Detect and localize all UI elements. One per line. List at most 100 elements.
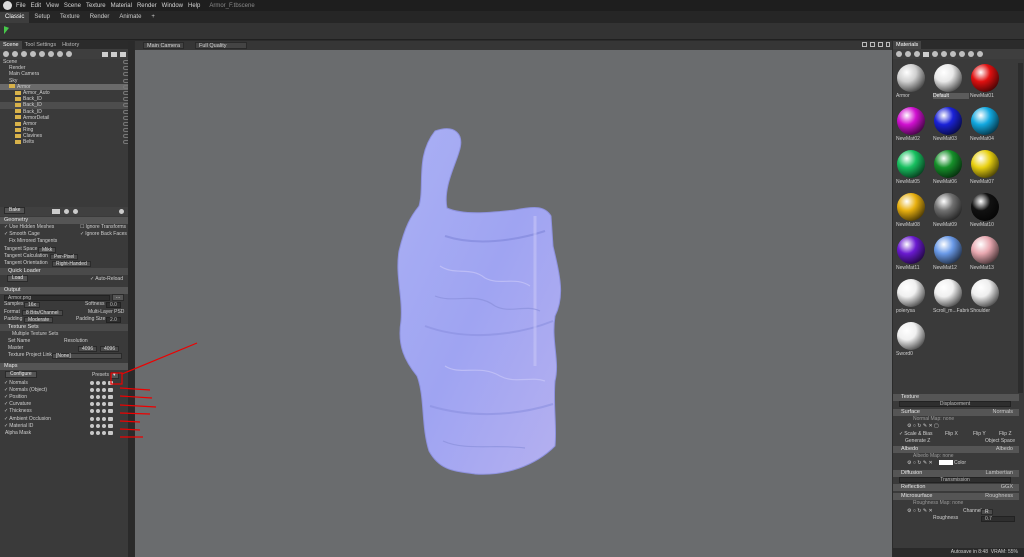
search-icon[interactable] xyxy=(102,402,106,407)
browse-button[interactable]: ... xyxy=(112,294,125,302)
material-swatch[interactable]: NewMat08 xyxy=(896,192,926,232)
help-icon[interactable] xyxy=(119,209,124,214)
search-icon[interactable] xyxy=(102,423,106,428)
albedo-color-swatch[interactable] xyxy=(938,460,953,466)
tab-materials[interactable]: Materials xyxy=(893,41,922,49)
fog-icon[interactable] xyxy=(66,51,72,57)
albedo-type-select[interactable]: Albedo xyxy=(996,446,1013,453)
scale-bias-checkbox[interactable]: Scale & Bias xyxy=(904,431,932,437)
menu-view[interactable]: View xyxy=(46,3,59,9)
filter-icon[interactable] xyxy=(977,51,983,57)
folder-icon[interactable] xyxy=(102,51,108,57)
camera-icon[interactable] xyxy=(21,51,27,57)
menu-help[interactable]: Help xyxy=(188,3,200,9)
surface-type-select[interactable]: Normals xyxy=(993,409,1013,416)
map-item[interactable]: ✓Normals (Object) xyxy=(0,387,128,394)
viewport-maximize-icon[interactable] xyxy=(878,42,883,47)
quick-loader-header[interactable]: Quick Loader xyxy=(0,268,128,276)
material-swatch[interactable]: NewMat05 xyxy=(896,149,926,189)
albedo-header[interactable]: Albedo xyxy=(901,446,918,452)
camera-icon[interactable] xyxy=(52,209,60,214)
viewport-settings-icon[interactable] xyxy=(862,42,867,47)
channel-select[interactable]: R xyxy=(981,508,993,515)
menu-texture[interactable]: Texture xyxy=(86,3,106,9)
camera-icon[interactable] xyxy=(108,387,113,392)
tab-classic[interactable]: Classic xyxy=(0,12,30,23)
output-path-field[interactable]: Armor.png xyxy=(4,294,110,301)
roughness-field[interactable]: 0.7 xyxy=(981,516,1015,522)
camera-select[interactable]: Main Camera xyxy=(143,42,185,49)
duplicate-icon[interactable] xyxy=(111,51,117,57)
search-icon[interactable] xyxy=(102,387,106,392)
normal-map-value[interactable]: none xyxy=(943,416,954,422)
material-swatch[interactable]: NewMat13 xyxy=(970,235,1000,275)
shader-icon[interactable] xyxy=(932,51,938,57)
smooth-cage-checkbox[interactable]: Smooth Cage xyxy=(9,231,40,237)
audio-icon[interactable] xyxy=(57,51,63,57)
armor-model-normal-map[interactable] xyxy=(385,126,585,481)
edit-icon[interactable] xyxy=(96,387,100,392)
edit-icon[interactable] xyxy=(96,402,100,407)
new-object-icon[interactable] xyxy=(3,51,9,57)
ignore-transforms-checkbox[interactable]: Ignore Transforms xyxy=(85,224,126,230)
material-swatch[interactable]: NewMat03 xyxy=(933,106,963,146)
assign-material-icon[interactable] xyxy=(950,51,956,57)
object-space-checkbox[interactable]: Object Space xyxy=(985,438,1015,446)
texture-sets-header[interactable]: Texture Sets xyxy=(0,323,128,331)
search-icon[interactable] xyxy=(102,416,106,421)
map-checkbox[interactable]: ✓ xyxy=(4,408,8,414)
sky-icon[interactable] xyxy=(30,51,36,57)
tangent-space-select[interactable]: Mikk xyxy=(38,246,57,253)
reload-icon[interactable] xyxy=(73,209,78,214)
material-swatch[interactable]: NewMat02 xyxy=(896,106,926,146)
material-swatch[interactable]: NewMat10 xyxy=(970,192,1000,232)
settings-icon[interactable] xyxy=(90,395,94,399)
load-button[interactable]: Load xyxy=(7,275,29,283)
use-hidden-meshes-checkbox[interactable]: Use Hidden Meshes xyxy=(9,224,54,230)
microsurface-type-select[interactable]: Roughness xyxy=(985,493,1013,500)
resolution-width-select[interactable]: 4096 xyxy=(78,346,98,353)
edit-icon[interactable] xyxy=(96,395,100,399)
map-item[interactable]: ✓Material ID xyxy=(0,423,128,430)
fix-mirrored-tangents-checkbox[interactable]: Fix Mirrored Tangents xyxy=(9,238,57,244)
material-swatch[interactable]: Armor xyxy=(896,63,926,103)
shadow-icon[interactable] xyxy=(48,51,54,57)
camera-icon[interactable] xyxy=(108,380,113,385)
menu-material[interactable]: Material xyxy=(111,3,132,9)
map-item[interactable]: ✓Ambient Occlusion xyxy=(0,416,128,423)
presets-menu-button[interactable]: ▾ xyxy=(110,371,119,379)
viewport-close-icon[interactable] xyxy=(870,42,875,47)
light-icon[interactable] xyxy=(12,51,18,57)
search-icon[interactable] xyxy=(102,380,106,385)
camera-icon[interactable] xyxy=(108,430,113,435)
search-icon[interactable] xyxy=(102,430,106,435)
viewport-pin-icon[interactable] xyxy=(886,42,890,47)
delete-icon[interactable] xyxy=(120,51,126,57)
settings-icon[interactable] xyxy=(90,423,94,428)
padding-select[interactable]: Moderate xyxy=(24,316,54,323)
tab-tool-settings[interactable]: Tool Settings xyxy=(22,41,60,49)
menu-file[interactable]: File xyxy=(16,3,26,9)
map-checkbox[interactable]: ✓ xyxy=(4,387,8,393)
scene-tree-item[interactable]: Belts xyxy=(0,139,134,145)
map-item[interactable]: ✓Curvature xyxy=(0,401,128,408)
picker-icon[interactable] xyxy=(959,51,965,57)
diffusion-header[interactable]: Diffusion xyxy=(901,470,922,476)
tab-scene[interactable]: Scene xyxy=(0,41,22,49)
material-swatch[interactable]: NewMat06 xyxy=(933,149,963,189)
material-swatch[interactable]: NewMat11 xyxy=(896,235,926,275)
material-swatch[interactable]: NewMat09 xyxy=(933,192,963,232)
map-item[interactable]: ✓Position xyxy=(0,394,128,401)
settings-icon[interactable] xyxy=(90,416,94,421)
tab-animate[interactable]: Animate xyxy=(114,12,146,23)
map-checkbox[interactable]: ✓ xyxy=(4,423,8,429)
settings-icon[interactable] xyxy=(90,380,94,385)
bake-button[interactable]: Bake xyxy=(4,207,26,215)
map-checkbox[interactable]: ✓ xyxy=(4,401,8,407)
settings-icon[interactable] xyxy=(90,409,94,414)
settings-icon[interactable] xyxy=(90,402,94,407)
ignore-back-faces-checkbox[interactable]: Ignore Back Faces xyxy=(85,231,127,237)
material-swatch[interactable]: NewMat12 xyxy=(933,235,963,275)
settings-icon[interactable] xyxy=(64,209,69,214)
albedo-map-value[interactable]: none xyxy=(942,453,953,459)
